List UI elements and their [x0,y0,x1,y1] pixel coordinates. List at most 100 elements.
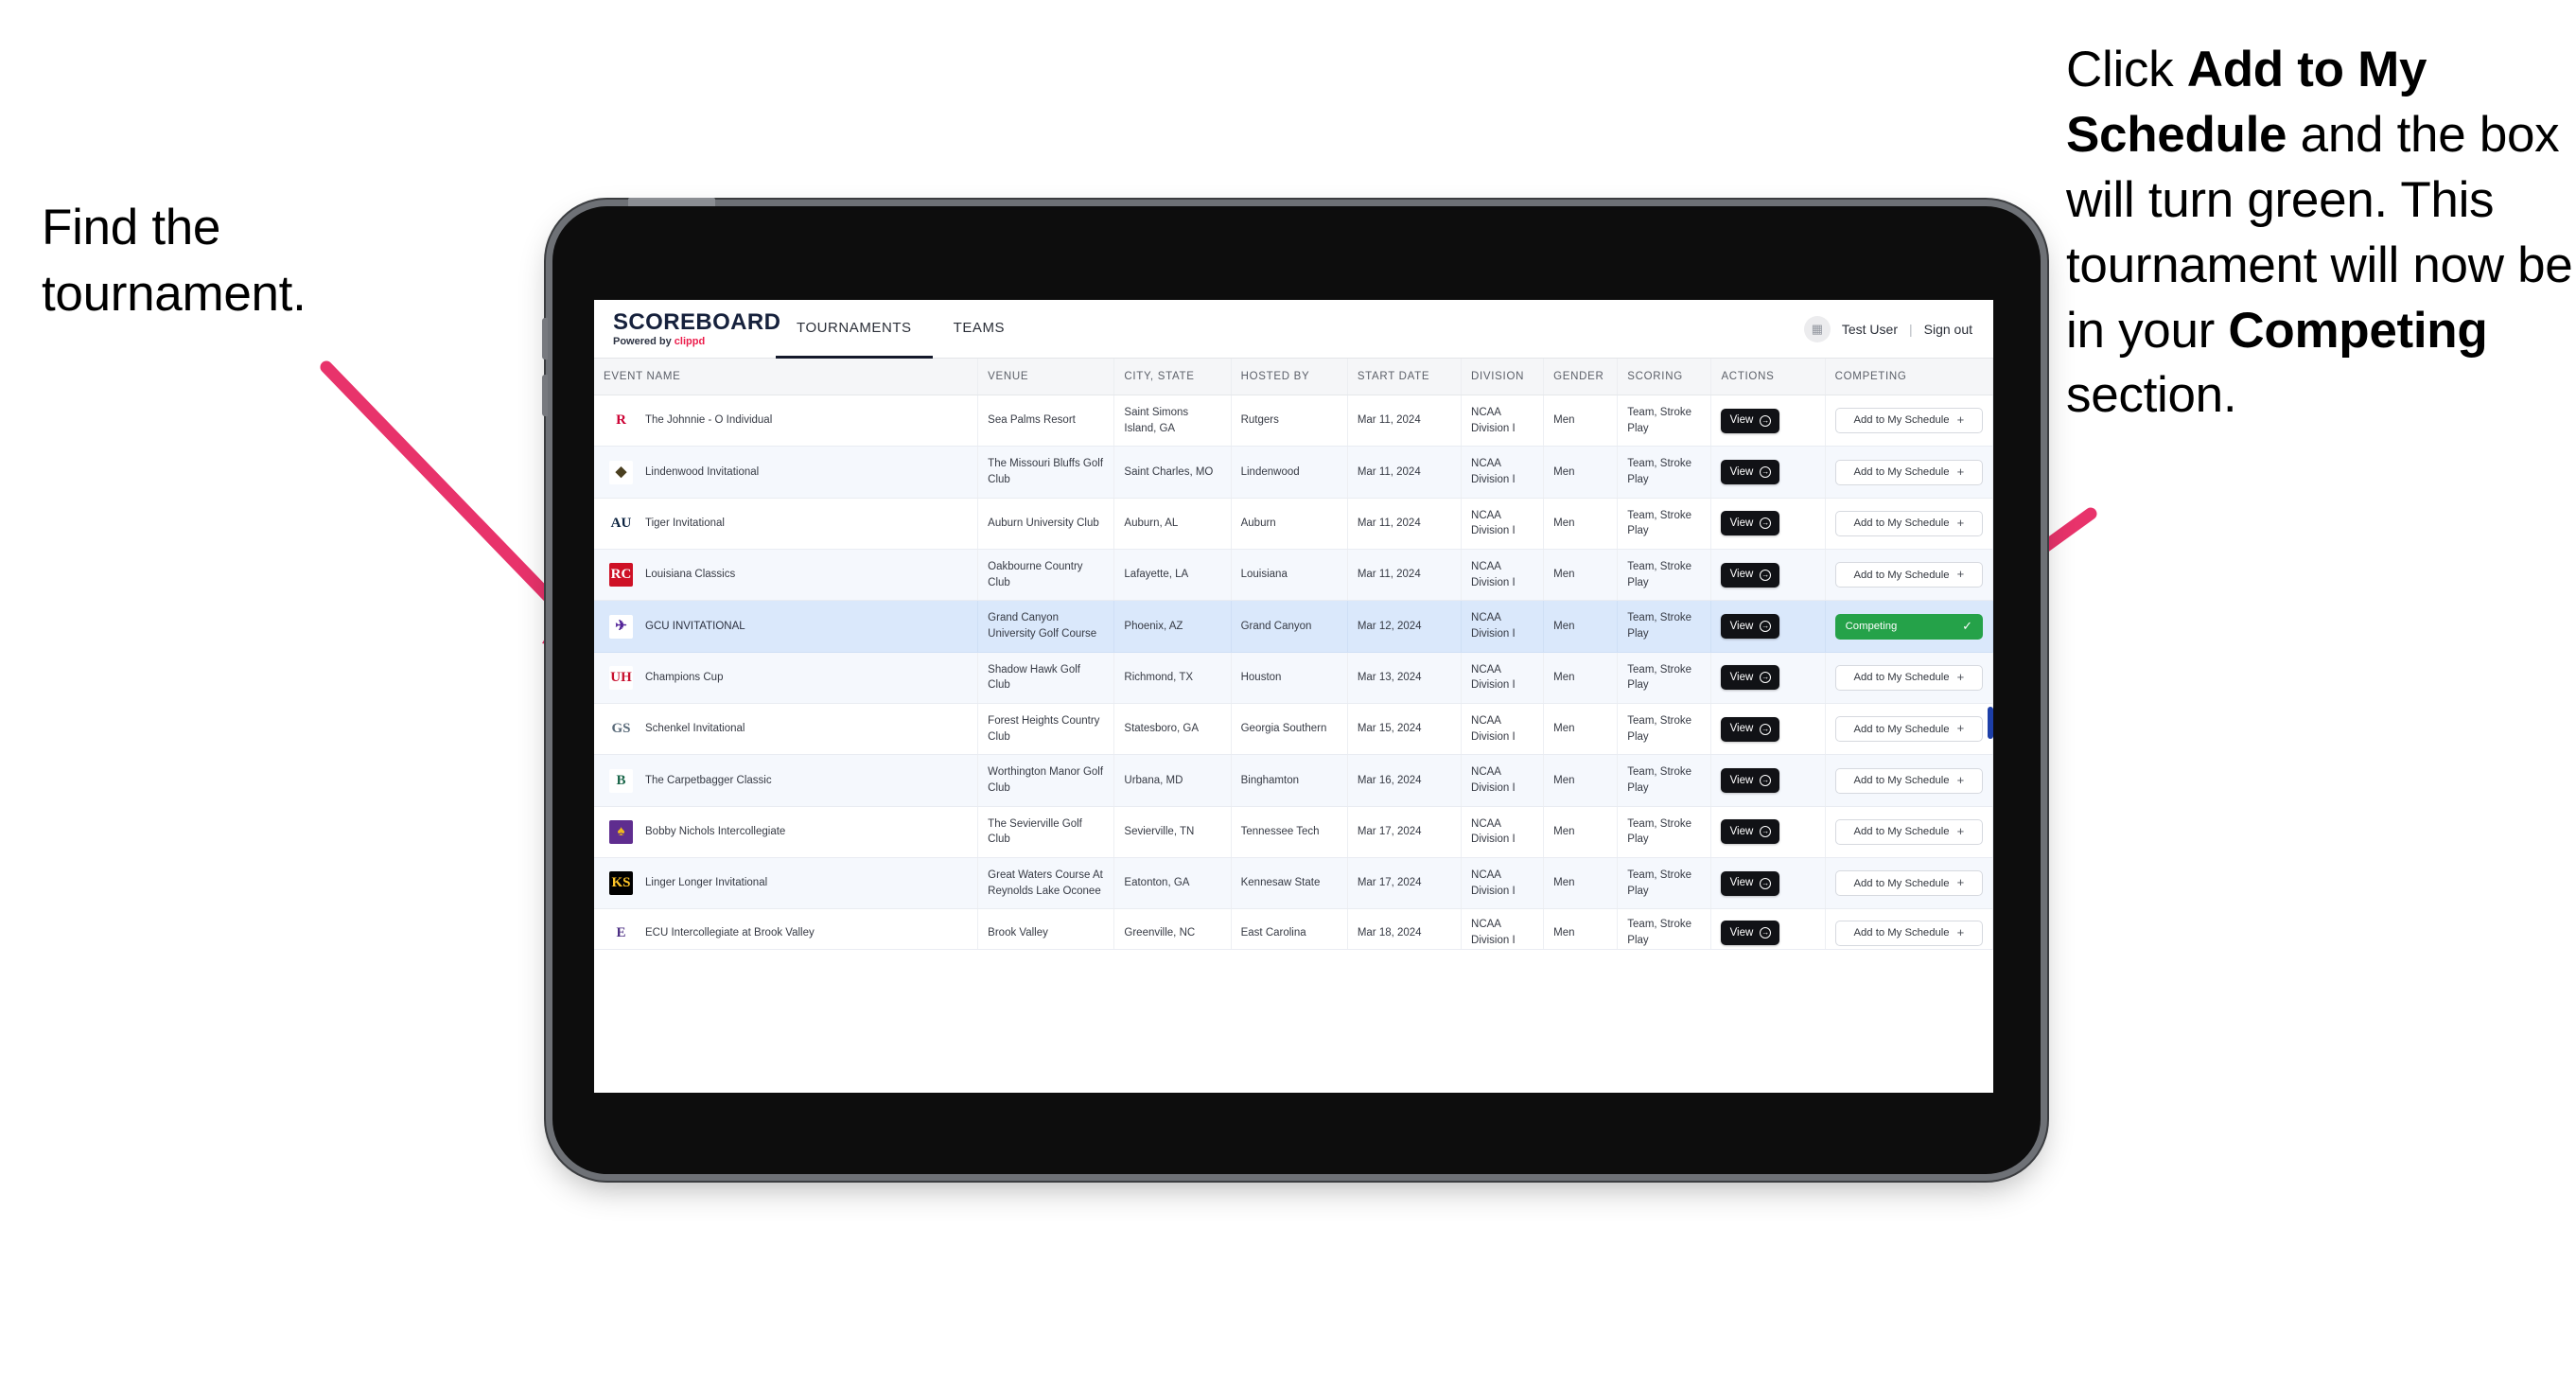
powered-by-text: Powered by [613,336,675,348]
table-row[interactable]: KS Linger Longer Invitational Great Waters… [594,857,1993,910]
cell-city-state: Saint Charles, MO [1113,446,1232,499]
arrow-right-circle-icon: → [1760,877,1772,889]
cell-start-date: Mar 17, 2024 [1347,857,1463,910]
cell-hosted-by: Lindenwood [1231,446,1348,499]
team-logo-icon: R [609,409,633,433]
cell-start-date: Mar 11, 2024 [1347,498,1463,551]
table-row[interactable]: ✈ GCU INVITATIONAL Grand Canyon University… [594,600,1993,653]
cell-hosted-by: Rutgers [1231,395,1348,447]
table-row[interactable]: GS Schenkel Invitational Forest Heights Co… [594,703,1993,756]
event-name-label: Lindenwood Invitational [645,465,760,478]
cell-scoring: Team, Stroke Play [1617,395,1712,447]
view-button-label: View [1729,414,1754,427]
column-header-gender[interactable]: GENDER [1543,359,1619,395]
brand-logo[interactable]: SCOREBOARD Powered by clippd [613,310,780,348]
column-header-venue[interactable]: VENUE [977,359,1115,395]
event-name-label: Bobby Nichols Intercollegiate [645,826,786,838]
view-button[interactable]: View → [1721,665,1780,691]
tab-teams[interactable]: TEAMS [933,300,1025,359]
add-to-my-schedule-button[interactable]: Add to My Schedule + [1834,716,1983,743]
user-avatar-icon[interactable]: ▦ [1803,315,1831,342]
view-button-label: View [1729,723,1754,735]
view-button[interactable]: View → [1721,870,1780,896]
view-button-label: View [1729,518,1754,530]
column-header-competing[interactable]: COMPETING [1825,359,1993,395]
cell-city-state: Urbana, MD [1113,754,1232,807]
view-button[interactable]: View → [1721,921,1780,946]
add-to-my-schedule-button[interactable]: Add to My Schedule + [1834,767,1983,794]
table-row[interactable]: R The Johnnie - O Individual Sea Palms Res… [594,395,1993,447]
cell-gender: Men [1543,652,1619,705]
tablet-volume-up-button[interactable] [542,318,548,360]
add-to-my-schedule-button[interactable]: Add to My Schedule + [1834,459,1983,485]
table-row[interactable]: B The Carpetbagger Classic Worthington Man… [594,754,1993,807]
add-to-my-schedule-button[interactable]: Add to My Schedule + [1834,408,1983,434]
cell-division: NCAA Division I [1461,549,1545,602]
column-header-city-state[interactable]: CITY, STATE [1113,359,1232,395]
cell-event-name: ◆ Lindenwood Invitational [594,446,979,499]
add-to-my-schedule-button[interactable]: Add to My Schedule + [1834,920,1983,946]
add-to-my-schedule-button[interactable]: Add to My Schedule + [1834,562,1983,588]
table-row[interactable]: RC Louisiana Classics Oakbourne Country Cl… [594,549,1993,602]
competing-button[interactable]: Competing ✓ [1834,613,1983,640]
view-button[interactable]: View → [1721,408,1780,433]
cell-gender: Men [1543,395,1619,447]
column-header-event-name[interactable]: EVENT NAME [594,359,979,395]
cell-hosted-by: Auburn [1231,498,1348,551]
add-to-my-schedule-button[interactable]: Add to My Schedule + [1834,870,1983,897]
add-to-my-schedule-label: Add to My Schedule [1853,414,1950,427]
view-button[interactable]: View → [1721,768,1780,794]
team-logo-icon: KS [609,871,633,896]
annotation-left-line1: Find the [42,200,221,255]
cell-division: NCAA Division I [1461,806,1545,859]
cell-competing: Add to My Schedule + [1825,549,1993,602]
table-row[interactable]: UH Champions Cup Shadow Hawk Golf Club Rich… [594,652,1993,705]
column-header-scoring[interactable]: SCORING [1617,359,1712,395]
view-button[interactable]: View → [1721,460,1780,485]
view-button[interactable]: View → [1721,511,1780,536]
view-button[interactable]: View → [1721,716,1780,742]
table-head: EVENT NAME VENUE CITY, STATE HOSTED BY S… [594,359,1993,395]
scrollbar-indicator[interactable] [1988,707,1993,739]
cell-venue: Auburn University Club [977,498,1115,551]
event-cell: ✈ GCU INVITATIONAL [604,614,968,639]
event-cell: GS Schenkel Invitational [604,717,968,742]
cell-start-date: Mar 11, 2024 [1347,446,1463,499]
cell-start-date: Mar 16, 2024 [1347,754,1463,807]
header-divider: | [1908,321,1913,337]
table-row[interactable]: ◆ Lindenwood Invitational The Missouri Blu… [594,446,1993,499]
cell-city-state: Phoenix, AZ [1113,600,1232,653]
table-row[interactable]: AU Tiger Invitational Auburn University Cl… [594,498,1993,551]
add-to-my-schedule-button[interactable]: Add to My Schedule + [1834,664,1983,691]
view-button[interactable]: View → [1721,562,1780,588]
cell-event-name: ♠ Bobby Nichols Intercollegiate [594,806,979,859]
cell-division: NCAA Division I [1461,446,1545,499]
cell-city-state: Auburn, AL [1113,498,1232,551]
annotation-right-post: section. [2066,367,2237,424]
column-header-division[interactable]: DIVISION [1461,359,1545,395]
table-row[interactable]: ♠ Bobby Nichols Intercollegiate The Sevier… [594,806,1993,859]
cell-hosted-by: Binghamton [1231,754,1348,807]
view-button[interactable]: View → [1721,819,1780,845]
column-header-actions[interactable]: ACTIONS [1710,359,1826,395]
table-row[interactable]: E ECU Intercollegiate at Brook Valley Broo… [594,908,1993,950]
tablet-volume-down-button[interactable] [542,375,548,416]
tab-tournaments[interactable]: TOURNAMENTS [776,300,933,359]
arrow-right-circle-icon: → [1760,723,1772,735]
add-to-my-schedule-button[interactable]: Add to My Schedule + [1834,818,1983,845]
event-name-label: Schenkel Invitational [645,723,745,735]
cell-start-date: Mar 18, 2024 [1347,908,1463,950]
add-to-my-schedule-label: Add to My Schedule [1853,518,1950,530]
cell-venue: Grand Canyon University Golf Course [977,600,1115,653]
add-to-my-schedule-button[interactable]: Add to My Schedule + [1834,510,1983,536]
cell-event-name: ✈ GCU INVITATIONAL [594,600,979,653]
column-header-hosted-by[interactable]: HOSTED BY [1231,359,1348,395]
cell-actions: View → [1710,703,1826,756]
sign-out-link[interactable]: Sign out [1924,322,1972,337]
cell-venue: Oakbourne Country Club [977,549,1115,602]
column-header-start-date[interactable]: START DATE [1347,359,1463,395]
view-button[interactable]: View → [1721,614,1780,640]
team-logo-icon: RC [609,563,633,588]
cell-gender: Men [1543,498,1619,551]
view-button-label: View [1729,620,1754,632]
